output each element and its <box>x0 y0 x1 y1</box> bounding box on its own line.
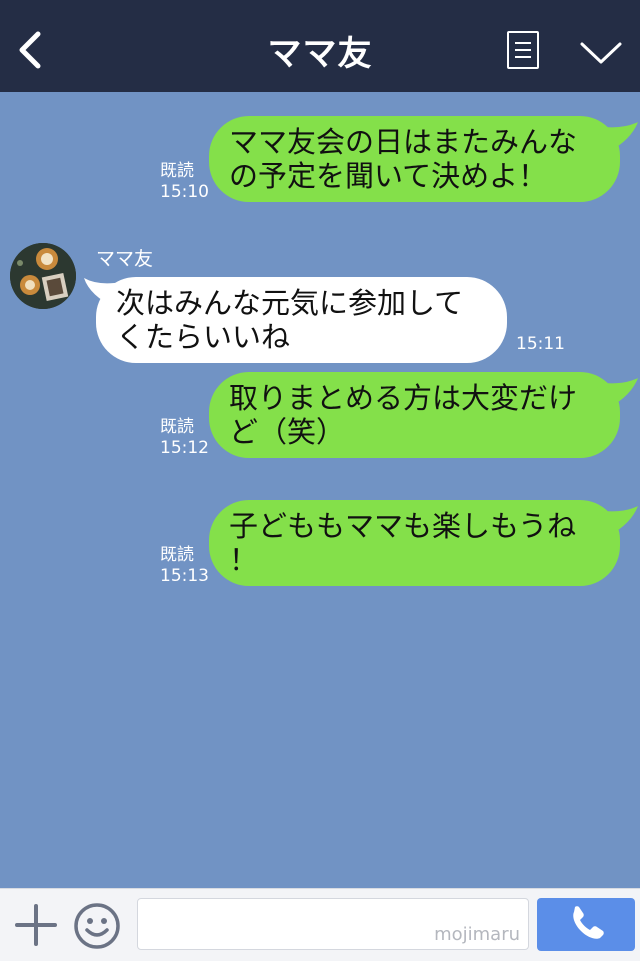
add-button[interactable] <box>14 903 58 947</box>
message-time: 15:13 <box>160 566 209 586</box>
message-line: の予定を聞いて決めよ！ <box>229 159 548 193</box>
avatar-image <box>10 243 76 309</box>
back-button[interactable] <box>12 28 48 72</box>
input-bar: mojimaru <box>0 888 640 961</box>
message-bubble[interactable]: ママ友会の日はまたみんな の予定を聞いて決めよ！ <box>209 116 620 202</box>
message-line: 子どももママも楽しもうね <box>229 509 577 543</box>
call-button[interactable] <box>537 898 635 951</box>
plus-icon <box>15 904 57 946</box>
chevron-down-icon <box>580 42 622 64</box>
message-time: 15:12 <box>160 438 209 458</box>
emoji-icon <box>74 903 120 949</box>
message-line: ママ友会の日はまたみんな <box>229 125 578 159</box>
message-input[interactable]: mojimaru <box>137 898 529 950</box>
message-bubble[interactable]: 取りまとめる方は大変だけ ど（笑） <box>209 372 620 458</box>
watermark-text: mojimaru <box>434 924 520 945</box>
message-line: ！ <box>229 543 259 577</box>
message-bubble[interactable]: 次はみんな元気に参加して くたらいいね <box>96 277 507 363</box>
message-line: ど（笑） <box>229 415 346 449</box>
back-arrow-icon <box>19 31 41 69</box>
chat-title: ママ友 <box>267 34 373 74</box>
emoji-button[interactable] <box>73 902 121 950</box>
bubble-tail <box>596 506 638 538</box>
menu-list-icon <box>515 42 531 44</box>
message-line: くたらいいね <box>116 320 291 354</box>
bubble-tail <box>596 378 638 410</box>
read-receipt: 既読 <box>160 545 194 565</box>
menu-button[interactable] <box>507 31 539 69</box>
sender-name: ママ友 <box>96 248 154 270</box>
message-line: 取りまとめる方は大変だけ <box>229 381 578 415</box>
message-bubble[interactable]: 子どももママも楽しもうね ！ <box>209 500 620 586</box>
message-meta: 既読 15:10 <box>160 161 209 203</box>
read-receipt: 既読 <box>160 161 194 181</box>
message-meta: 既読 15:12 <box>160 417 209 459</box>
bubble-tail <box>596 122 638 154</box>
message-time: 15:10 <box>160 182 209 202</box>
message-line: 次はみんな元気に参加して <box>116 286 464 320</box>
avatar[interactable] <box>10 243 76 309</box>
message-meta: 既読 15:13 <box>160 545 209 587</box>
collapse-button[interactable] <box>578 38 624 68</box>
message-time: 15:11 <box>516 334 565 354</box>
phone-icon <box>573 906 604 939</box>
read-receipt: 既読 <box>160 417 194 437</box>
chat-header: ママ友 <box>0 0 640 92</box>
